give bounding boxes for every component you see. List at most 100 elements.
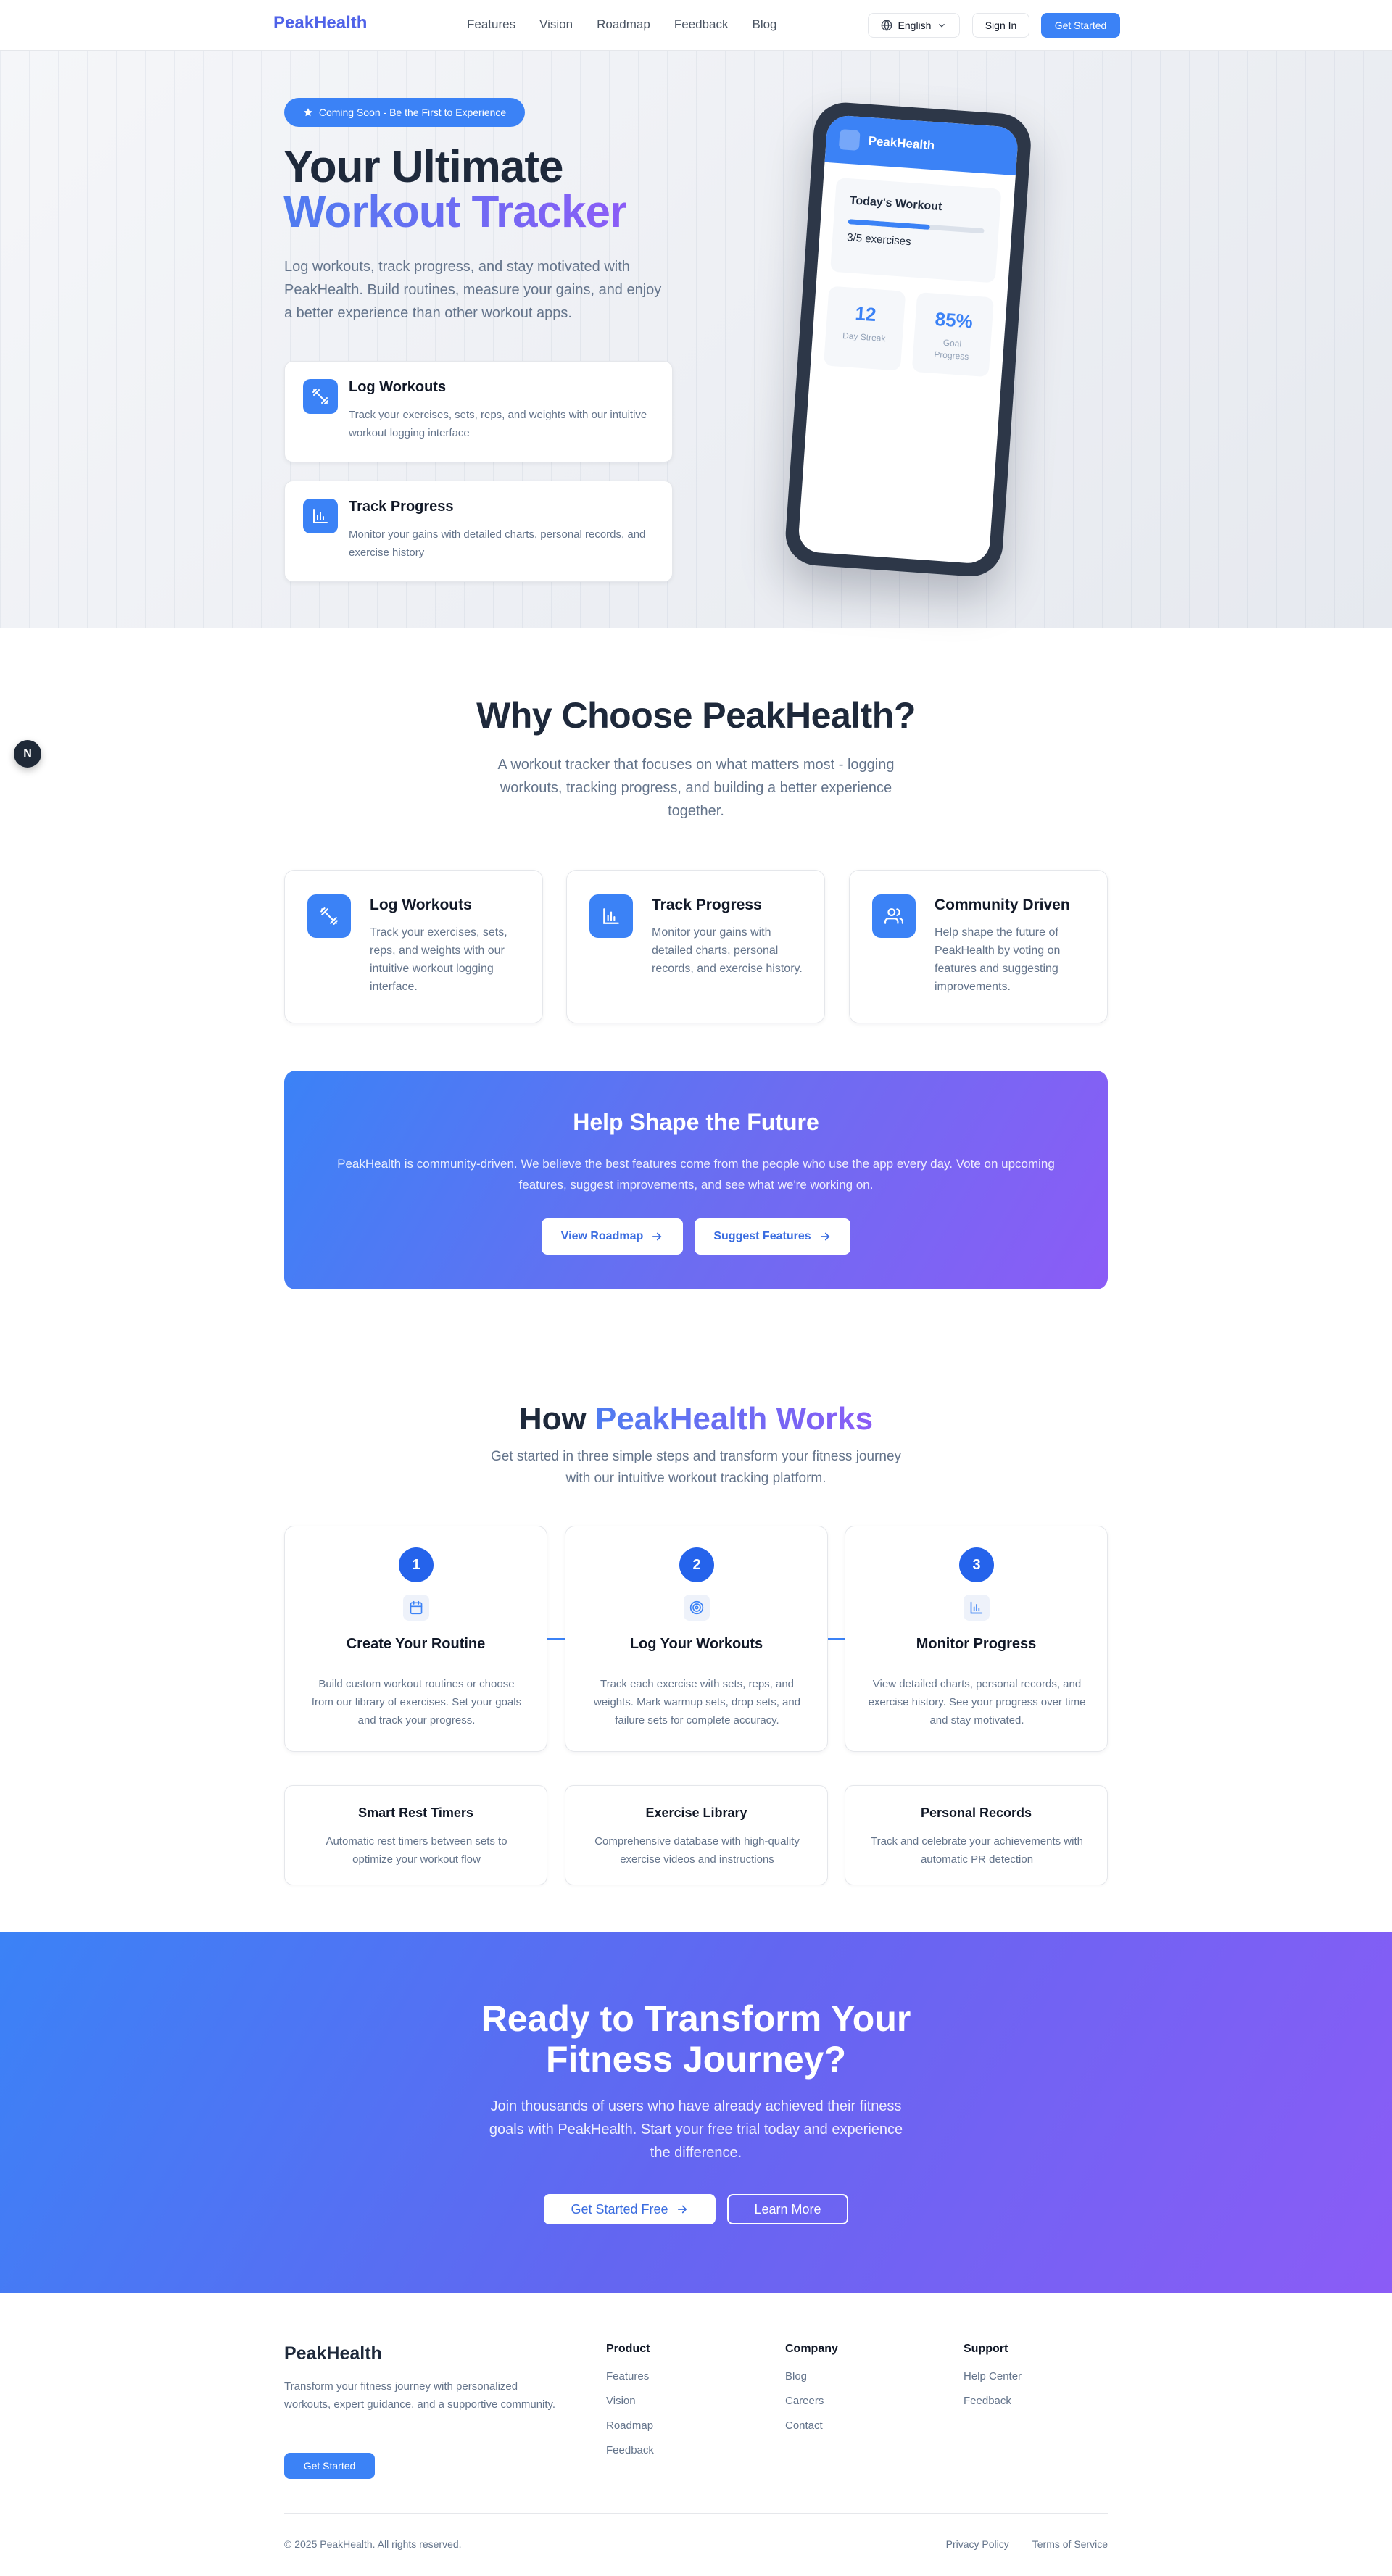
hero-title-line2: Workout Tracker	[283, 187, 627, 237]
arrow-right-icon	[819, 1230, 832, 1243]
stat-value: 85%	[934, 307, 974, 333]
coming-soon-badge: Coming Soon - Be the First to Experience	[284, 98, 525, 127]
step-number: 3	[959, 1547, 994, 1582]
stat-day-streak: 12 Day Streak	[823, 286, 906, 371]
star-icon	[303, 107, 313, 117]
feature-desc: Track and celebrate your achievements wi…	[871, 1835, 1083, 1866]
hero-title: Your Ultimate Workout Tracker	[283, 142, 627, 237]
privacy-policy-link[interactable]: Privacy Policy	[946, 2538, 1009, 2550]
footer-link-feedback[interactable]: Feedback	[964, 2395, 1022, 2419]
brand-logo[interactable]: PeakHealth	[273, 13, 367, 33]
footer-brand: PeakHealth	[284, 2343, 382, 2364]
nav-links: Features Vision Roadmap Feedback Blog	[467, 17, 801, 32]
footer-link-blog[interactable]: Blog	[785, 2370, 838, 2395]
language-label: English	[898, 20, 932, 31]
how-title: How PeakHealth Works	[0, 1401, 1392, 1437]
big-cta-title-line1: Ready to Transform Your	[481, 1998, 911, 2039]
bar-chart-icon	[589, 894, 633, 938]
feature-card-exercise-library: Exercise Library Comprehensive database …	[565, 1785, 828, 1885]
chevron-down-icon	[937, 20, 947, 30]
dumbbell-icon	[303, 379, 338, 414]
footer-col-company: Company Blog Careers Contact	[785, 2343, 838, 2444]
hero-feature-card-progress: Track Progress Monitor your gains with d…	[284, 481, 673, 582]
footer-link-features[interactable]: Features	[606, 2370, 654, 2395]
why-card-community: Community Driven Help shape the future o…	[849, 870, 1108, 1023]
feature-card-rest-timers: Smart Rest Timers Automatic rest timers …	[284, 1785, 547, 1885]
footer-link-vision[interactable]: Vision	[606, 2395, 654, 2419]
stat-value: 12	[854, 302, 877, 326]
footer-col-heading: Product	[606, 2343, 650, 2355]
nav-link-features[interactable]: Features	[467, 17, 515, 32]
big-cta-title-line2: Fitness Journey?	[546, 2039, 846, 2080]
suggest-features-label: Suggest Features	[713, 1230, 811, 1242]
transform-cta-section: Ready to Transform Your Fitness Journey?…	[0, 1932, 1392, 2293]
badge-text: Coming Soon - Be the First to Experience	[318, 107, 507, 118]
step-connector	[827, 1638, 845, 1640]
why-card-title: Community Driven	[935, 897, 1070, 913]
why-card-desc: Monitor your gains with detailed charts,…	[652, 926, 803, 975]
footer-get-started-button[interactable]: Get Started	[284, 2453, 375, 2479]
footer-link-roadmap[interactable]: Roadmap	[606, 2419, 654, 2444]
footer-copyright: © 2025 PeakHealth. All rights reserved.	[284, 2538, 462, 2550]
why-card-title: Track Progress	[652, 897, 762, 913]
cta-title: Help Shape the Future	[573, 1109, 819, 1135]
stat-label: Goal Progress	[933, 337, 969, 362]
nav-link-roadmap[interactable]: Roadmap	[597, 17, 650, 32]
feature-card-personal-records: Personal Records Track and celebrate you…	[845, 1785, 1108, 1885]
step-number: 1	[399, 1547, 434, 1582]
stat-goal-progress: 85% Goal Progress	[911, 292, 995, 378]
hero-card-desc: Monitor your gains with detailed charts,…	[349, 528, 646, 559]
why-card-title: Log Workouts	[370, 897, 472, 913]
footer-link-help-center[interactable]: Help Center	[964, 2370, 1022, 2395]
todays-workout-card: Today's Workout 3/5 exercises	[829, 177, 1002, 283]
app-name: PeakHealth	[868, 133, 935, 153]
hero-title-line1: Your Ultimate	[283, 142, 563, 192]
step-card-2: 2 Log Your Workouts Track each exercise …	[565, 1526, 828, 1752]
step-connector	[547, 1638, 565, 1640]
globe-icon	[881, 20, 892, 31]
footer-link-careers[interactable]: Careers	[785, 2395, 838, 2419]
why-card-log: Log Workouts Track your exercises, sets,…	[284, 870, 543, 1023]
arrow-right-icon	[650, 1230, 663, 1243]
nav-link-blog[interactable]: Blog	[752, 17, 776, 32]
footer-col-support: Support Help Center Feedback	[964, 2343, 1022, 2419]
cta-description: PeakHealth is community-driven. We belie…	[337, 1157, 1055, 1192]
step-desc: Build custom workout routines or choose …	[311, 1678, 522, 1727]
step-card-1: 1 Create Your Routine Build custom worko…	[284, 1526, 547, 1752]
hero-card-title: Track Progress	[349, 499, 454, 515]
nav-link-vision[interactable]: Vision	[539, 17, 573, 32]
learn-more-button[interactable]: Learn More	[727, 2194, 848, 2224]
nav-link-feedback[interactable]: Feedback	[674, 17, 729, 32]
dumbbell-icon	[307, 894, 351, 938]
step-title: Log Your Workouts	[629, 1636, 763, 1652]
target-icon	[684, 1595, 710, 1621]
view-roadmap-button[interactable]: View Roadmap	[542, 1218, 683, 1255]
footer-link-feedback[interactable]: Feedback	[606, 2444, 654, 2469]
step-title: Create Your Routine	[346, 1636, 486, 1652]
phone-screen: PeakHealth Today's Workout 3/5 exercises…	[797, 114, 1019, 565]
sign-in-button[interactable]: Sign In	[972, 13, 1030, 38]
hero-description: Log workouts, track progress, and stay m…	[284, 259, 662, 321]
suggest-features-button[interactable]: Suggest Features	[695, 1218, 850, 1255]
footer-link-contact[interactable]: Contact	[785, 2419, 838, 2444]
big-cta-title: Ready to Transform Your Fitness Journey?	[0, 1998, 1392, 2080]
app-header: PeakHealth	[824, 114, 1019, 176]
floating-n-badge[interactable]: N	[14, 740, 41, 768]
footer-col-heading: Company	[785, 2343, 838, 2355]
how-title-plain: How	[518, 1401, 587, 1437]
top-navbar: PeakHealth Features Vision Roadmap Feedb…	[0, 0, 1392, 51]
language-selector[interactable]: English	[868, 13, 960, 38]
workout-title: Today's Workout	[849, 194, 942, 214]
terms-of-service-link[interactable]: Terms of Service	[1032, 2538, 1108, 2550]
feature-desc: Automatic rest timers between sets to op…	[326, 1835, 508, 1866]
why-card-desc: Track your exercises, sets, reps, and we…	[370, 926, 508, 993]
get-started-free-button[interactable]: Get Started Free	[544, 2194, 716, 2224]
hero-card-title: Log Workouts	[349, 379, 447, 395]
nav-get-started-button[interactable]: Get Started	[1041, 13, 1120, 38]
app-icon	[838, 129, 861, 151]
feature-title: Exercise Library	[645, 1806, 747, 1820]
stat-label: Day Streak	[842, 331, 886, 344]
how-title-gradient: PeakHealth Works	[594, 1401, 874, 1437]
bar-chart-icon	[964, 1595, 990, 1621]
workout-progress-bar	[848, 219, 985, 234]
